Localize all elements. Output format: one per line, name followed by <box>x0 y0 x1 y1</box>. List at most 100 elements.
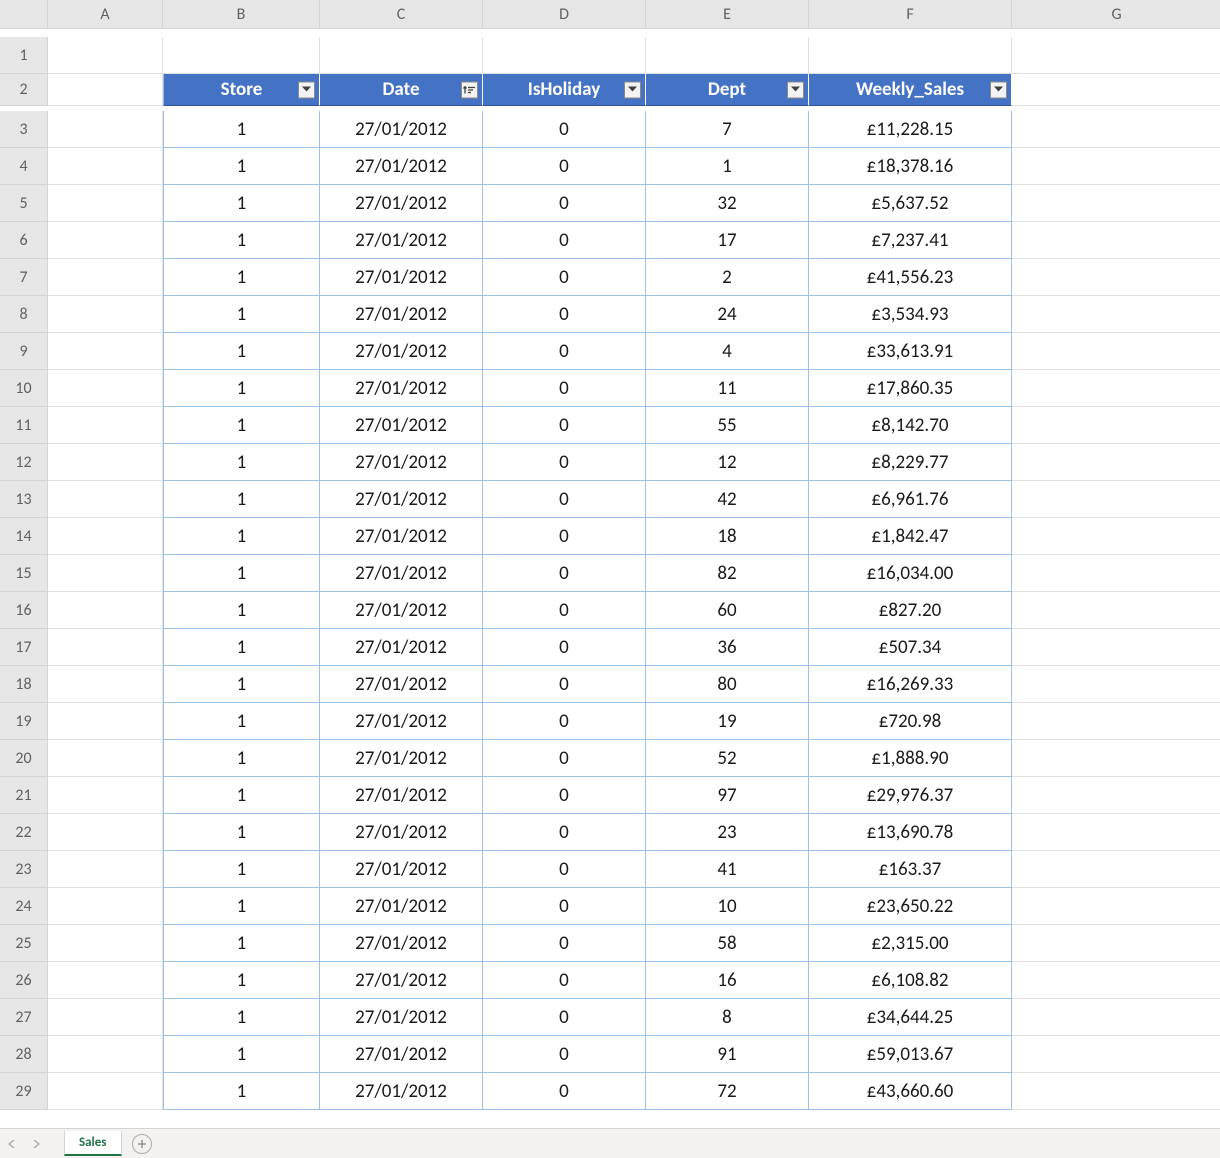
data-cell[interactable]: £34,644.25 <box>809 999 1012 1036</box>
data-cell[interactable]: 0 <box>483 703 646 740</box>
row-header[interactable]: 24 <box>0 888 48 925</box>
cell[interactable] <box>48 333 163 370</box>
data-cell[interactable]: 23 <box>646 814 809 851</box>
cell[interactable] <box>1012 185 1220 222</box>
data-cell[interactable]: 1 <box>163 555 320 592</box>
data-cell[interactable]: 0 <box>483 407 646 444</box>
data-cell[interactable]: £163.37 <box>809 851 1012 888</box>
data-cell[interactable]: 36 <box>646 629 809 666</box>
data-cell[interactable]: £8,229.77 <box>809 444 1012 481</box>
data-cell[interactable]: 0 <box>483 111 646 148</box>
data-cell[interactable]: £827.20 <box>809 592 1012 629</box>
column-header[interactable]: C <box>320 0 483 29</box>
cell[interactable] <box>1012 777 1220 814</box>
cell[interactable] <box>646 37 809 74</box>
data-cell[interactable]: 11 <box>646 370 809 407</box>
data-cell[interactable]: 0 <box>483 962 646 999</box>
cell[interactable] <box>48 962 163 999</box>
data-cell[interactable]: £1,842.47 <box>809 518 1012 555</box>
data-cell[interactable]: 27/01/2012 <box>320 555 483 592</box>
cell[interactable] <box>320 37 483 74</box>
data-cell[interactable]: 1 <box>163 851 320 888</box>
data-cell[interactable]: 8 <box>646 999 809 1036</box>
cell[interactable] <box>1012 148 1220 185</box>
column-header[interactable]: A <box>48 0 163 29</box>
data-cell[interactable]: 91 <box>646 1036 809 1073</box>
data-cell[interactable]: 0 <box>483 222 646 259</box>
row-header[interactable]: 28 <box>0 1036 48 1073</box>
cell[interactable] <box>48 37 163 74</box>
data-cell[interactable]: £41,556.23 <box>809 259 1012 296</box>
cell[interactable] <box>1012 37 1220 74</box>
data-cell[interactable]: 1 <box>163 1073 320 1110</box>
data-cell[interactable]: 24 <box>646 296 809 333</box>
cell[interactable] <box>1012 666 1220 703</box>
data-cell[interactable]: 1 <box>163 888 320 925</box>
cell[interactable] <box>48 148 163 185</box>
data-cell[interactable]: 0 <box>483 999 646 1036</box>
column-header[interactable]: B <box>163 0 320 29</box>
data-cell[interactable]: 32 <box>646 185 809 222</box>
data-cell[interactable]: 0 <box>483 148 646 185</box>
data-cell[interactable]: 17 <box>646 222 809 259</box>
cell[interactable] <box>48 777 163 814</box>
cell[interactable] <box>48 851 163 888</box>
cell[interactable] <box>48 555 163 592</box>
row-header[interactable]: 23 <box>0 851 48 888</box>
cell[interactable] <box>1012 740 1220 777</box>
row-header[interactable]: 11 <box>0 407 48 444</box>
data-cell[interactable]: £16,034.00 <box>809 555 1012 592</box>
data-cell[interactable]: 80 <box>646 666 809 703</box>
row-header[interactable]: 13 <box>0 481 48 518</box>
data-cell[interactable]: 1 <box>163 481 320 518</box>
tab-next-icon[interactable] <box>30 1138 42 1150</box>
cell[interactable] <box>48 481 163 518</box>
data-cell[interactable]: 1 <box>163 777 320 814</box>
cell[interactable] <box>1012 370 1220 407</box>
data-cell[interactable]: 27/01/2012 <box>320 851 483 888</box>
row-header[interactable]: 4 <box>0 148 48 185</box>
data-cell[interactable]: £29,976.37 <box>809 777 1012 814</box>
data-cell[interactable]: 27/01/2012 <box>320 259 483 296</box>
row-header[interactable]: 7 <box>0 259 48 296</box>
data-cell[interactable]: 18 <box>646 518 809 555</box>
data-cell[interactable]: 27/01/2012 <box>320 592 483 629</box>
row-header[interactable]: 15 <box>0 555 48 592</box>
data-cell[interactable]: 27/01/2012 <box>320 629 483 666</box>
cell[interactable] <box>1012 1073 1220 1110</box>
data-cell[interactable]: 52 <box>646 740 809 777</box>
data-cell[interactable]: 1 <box>163 962 320 999</box>
cell[interactable] <box>1012 111 1220 148</box>
data-cell[interactable]: 0 <box>483 777 646 814</box>
table-header-cell[interactable]: Date <box>320 74 483 106</box>
cell[interactable] <box>48 296 163 333</box>
add-sheet-button[interactable] <box>132 1134 152 1154</box>
table-header-cell[interactable]: Store <box>163 74 320 106</box>
cell[interactable] <box>1012 999 1220 1036</box>
filter-sort-icon[interactable] <box>461 81 478 98</box>
data-cell[interactable]: 27/01/2012 <box>320 370 483 407</box>
data-cell[interactable]: 0 <box>483 592 646 629</box>
row-header[interactable]: 8 <box>0 296 48 333</box>
data-cell[interactable]: 0 <box>483 925 646 962</box>
cell[interactable] <box>48 1073 163 1110</box>
column-header[interactable]: F <box>809 0 1012 29</box>
data-cell[interactable]: 1 <box>163 666 320 703</box>
row-header[interactable]: 18 <box>0 666 48 703</box>
row-header[interactable]: 14 <box>0 518 48 555</box>
select-all-corner[interactable] <box>0 0 48 29</box>
cell[interactable] <box>1012 592 1220 629</box>
data-cell[interactable]: £16,269.33 <box>809 666 1012 703</box>
filter-dropdown-icon[interactable] <box>990 81 1007 98</box>
data-cell[interactable]: 27/01/2012 <box>320 999 483 1036</box>
row-header[interactable]: 3 <box>0 111 48 148</box>
row-header[interactable]: 6 <box>0 222 48 259</box>
data-cell[interactable]: 1 <box>163 222 320 259</box>
data-cell[interactable]: 0 <box>483 333 646 370</box>
data-cell[interactable]: 1 <box>163 444 320 481</box>
cell[interactable] <box>48 666 163 703</box>
data-cell[interactable]: 0 <box>483 740 646 777</box>
data-cell[interactable]: 27/01/2012 <box>320 1036 483 1073</box>
data-cell[interactable]: £43,660.60 <box>809 1073 1012 1110</box>
row-header[interactable]: 27 <box>0 999 48 1036</box>
